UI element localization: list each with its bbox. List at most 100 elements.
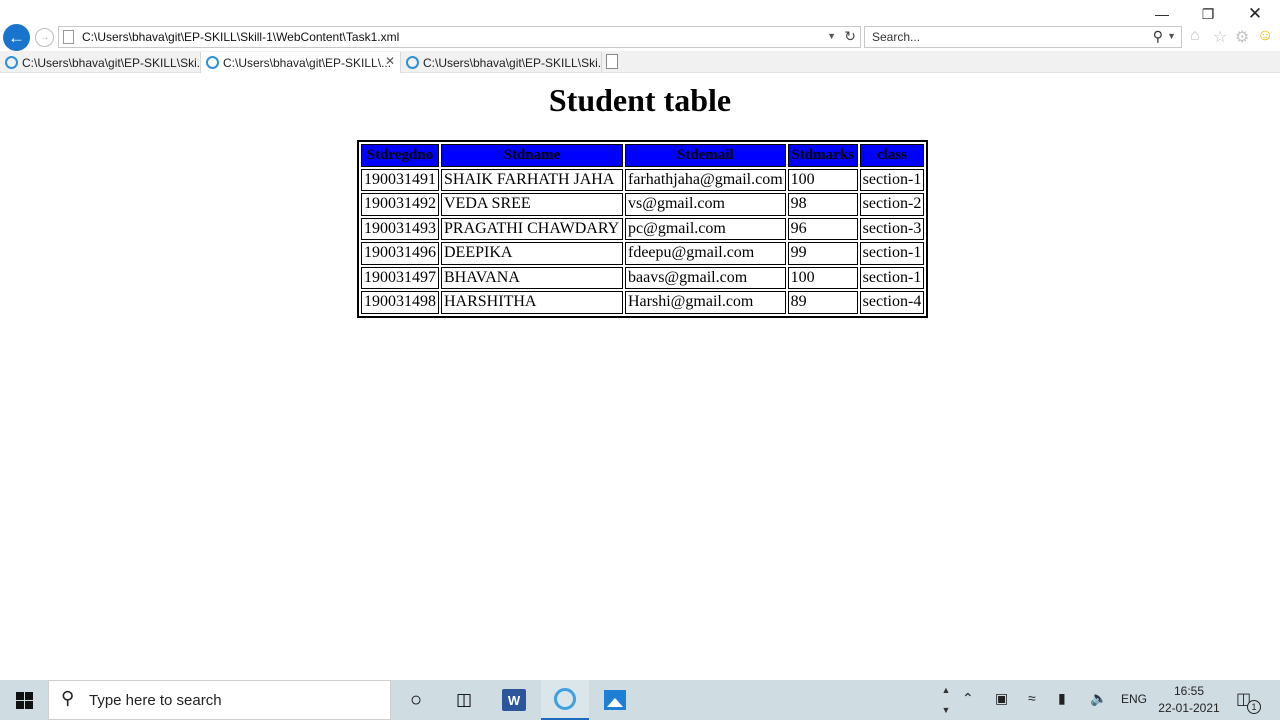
table-row: 190031498 HARSHITHA Harshi@gmail.com 89 … (361, 291, 925, 314)
tab-strip: C:\Users\bhava\git\EP-SKILL\Ski... C:\Us… (0, 51, 1280, 73)
table-row: 190031492 VEDA SREE vs@gmail.com 98 sect… (361, 193, 925, 216)
table-row: 190031491 SHAIK FARHATH JAHA farhathjaha… (361, 168, 925, 191)
address-bar-row: ← → C:\Users\bhava\git\EP-SKILL\Skill-1\… (0, 24, 1280, 51)
column-header: Stdemail (625, 144, 786, 167)
new-tab-icon[interactable] (606, 54, 618, 69)
cell-email: pc@gmail.com (625, 217, 786, 240)
cell-name: BHAVANA (441, 266, 623, 289)
tab-1[interactable]: C:\Users\bhava\git\EP-SKILL\Ski... (0, 52, 201, 73)
cell-marks: 89 (787, 291, 858, 314)
tab-3[interactable]: C:\Users\bhava\git\EP-SKILL\Ski... (401, 52, 602, 73)
battery-icon[interactable]: ▮ (1058, 690, 1066, 707)
ie-taskbar-button[interactable] (541, 680, 589, 720)
cell-marks: 98 (787, 193, 858, 216)
column-header: Stdmarks (787, 144, 858, 167)
taskbar-search-placeholder: Type here to search (89, 692, 222, 709)
settings-gear-icon[interactable]: ⚙ (1235, 27, 1249, 47)
notification-count-badge: 1 (1247, 700, 1261, 714)
cortana-circle-icon[interactable]: ○ (392, 680, 440, 720)
volume-icon[interactable]: 🔈 (1090, 690, 1107, 707)
table-row: 190031497 BHAVANA baavs@gmail.com 100 se… (361, 266, 925, 289)
student-table: Stdregdno Stdname Stdemail Stdmarks clas… (357, 140, 929, 318)
cell-class: section-1 (859, 168, 925, 191)
search-placeholder[interactable]: Search... (872, 30, 920, 44)
cell-regdno: 190031493 (361, 217, 439, 240)
photos-taskbar-button[interactable] (591, 680, 639, 720)
tab-close-icon[interactable]: ✕ (385, 54, 395, 68)
ie-icon (5, 56, 18, 69)
refresh-icon[interactable]: ↻ (844, 28, 856, 45)
photos-icon (604, 690, 626, 710)
cell-email: Harshi@gmail.com (625, 291, 786, 314)
search-icon: ⚲ (61, 688, 75, 708)
cell-marks: 100 (787, 168, 858, 191)
cell-marks: 96 (787, 217, 858, 240)
cell-regdno: 190031497 (361, 266, 439, 289)
word-taskbar-button[interactable]: W (490, 680, 538, 720)
forward-arrow-icon[interactable]: → (35, 28, 54, 47)
search-dropdown-icon[interactable]: ▼ (1167, 31, 1176, 41)
address-dropdown-icon[interactable]: ▼ (827, 31, 836, 41)
cell-email: fdeepu@gmail.com (625, 242, 786, 265)
column-header: Stdname (441, 144, 623, 167)
cell-marks: 99 (787, 242, 858, 265)
taskbar: ⚲ Type here to search ○ ◫ W ▲ ▼ ⌃ ▣ ≈ ▮ 🔈… (0, 680, 1280, 720)
address-text[interactable]: C:\Users\bhava\git\EP-SKILL\Skill-1\WebC… (82, 30, 399, 44)
show-hidden-icons-chevron-icon[interactable]: ⌃ (962, 690, 974, 707)
taskbar-search-box[interactable]: ⚲ Type here to search (48, 680, 391, 720)
cell-regdno: 190031498 (361, 291, 439, 314)
cell-class: section-4 (859, 291, 925, 314)
start-button[interactable] (0, 680, 48, 720)
task-view-icon[interactable]: ◫ (440, 680, 488, 720)
wifi-icon[interactable]: ≈ (1028, 690, 1036, 706)
page-title: Student table (548, 82, 732, 118)
cell-name: DEEPIKA (441, 242, 623, 265)
cell-class: section-1 (859, 242, 925, 265)
cell-marks: 100 (787, 266, 858, 289)
cell-class: section-1 (859, 266, 925, 289)
clock-date: 22-01-2021 (1158, 701, 1220, 715)
cell-name: PRAGATHI CHAWDARY (441, 217, 623, 240)
ie-icon (406, 56, 419, 69)
smiley-feedback-icon[interactable]: ☺ (1257, 27, 1273, 45)
clock-time: 16:55 (1173, 684, 1205, 698)
cell-name: SHAIK FARHATH JAHA (441, 168, 623, 191)
cell-name: HARSHITHA (441, 291, 623, 314)
column-header: class (859, 144, 925, 167)
cell-email: farhathjaha@gmail.com (625, 168, 786, 191)
table-header-row: Stdregdno Stdname Stdemail Stdmarks clas… (361, 144, 925, 167)
student-table-wrap: Stdregdno Stdname Stdemail Stdmarks clas… (357, 140, 929, 318)
tab-label: C:\Users\bhava\git\EP-SKILL\Ski... (423, 55, 602, 70)
tab-2-active[interactable]: C:\Users\bhava\git\EP-SKILL\... ✕ (201, 52, 401, 73)
tab-label: C:\Users\bhava\git\EP-SKILL\Ski... (22, 55, 201, 70)
windows-logo-icon (15, 691, 33, 709)
search-icon[interactable]: ⚲ (1153, 28, 1163, 45)
column-header: Stdregdno (361, 144, 439, 167)
language-indicator[interactable]: ENG (1121, 692, 1147, 706)
page-icon (63, 30, 74, 44)
cell-regdno: 190031492 (361, 193, 439, 216)
table-row: 190031496 DEEPIKA fdeepu@gmail.com 99 se… (361, 242, 925, 265)
search-field[interactable]: Search... ⚲ ▼ (864, 26, 1182, 48)
taskbar-scroll-arrows[interactable]: ▲ ▼ (938, 680, 954, 720)
word-icon: W (502, 689, 526, 711)
cell-regdno: 190031491 (361, 168, 439, 191)
home-icon[interactable]: ⌂ (1190, 27, 1200, 45)
favorites-star-icon[interactable]: ☆ (1213, 27, 1227, 47)
tab-label: C:\Users\bhava\git\EP-SKILL\... (223, 55, 392, 70)
cell-email: vs@gmail.com (625, 193, 786, 216)
page-content: Student table Stdregdno Stdname Stdemail… (0, 74, 1280, 680)
system-clock[interactable]: 16:55 22-01-2021 (1150, 683, 1228, 717)
address-field[interactable]: C:\Users\bhava\git\EP-SKILL\Skill-1\WebC… (58, 26, 861, 48)
cell-email: baavs@gmail.com (625, 266, 786, 289)
cell-class: section-3 (859, 217, 925, 240)
cell-name: VEDA SREE (441, 193, 623, 216)
cell-regdno: 190031496 (361, 242, 439, 265)
ie-icon (206, 56, 219, 69)
meet-now-icon[interactable]: ▣ (995, 690, 1008, 707)
window-titlebar: — ❐ ✕ (0, 0, 1280, 26)
back-arrow-icon[interactable]: ← (3, 24, 30, 51)
table-row: 190031493 PRAGATHI CHAWDARY pc@gmail.com… (361, 217, 925, 240)
cell-class: section-2 (859, 193, 925, 216)
internet-explorer-icon (554, 688, 576, 710)
